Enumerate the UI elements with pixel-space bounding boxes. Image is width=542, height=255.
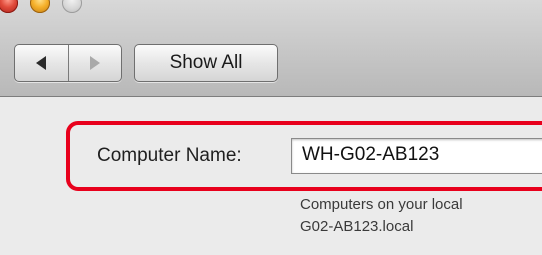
navigation-segmented-control <box>14 44 122 82</box>
forward-button[interactable] <box>67 45 122 81</box>
computer-name-description: Computers on your local G02-AB123.local <box>300 194 542 238</box>
forward-arrow-icon <box>89 56 100 70</box>
computer-name-label: Computer Name: <box>97 145 242 166</box>
minimize-window-button[interactable] <box>30 0 50 13</box>
back-button[interactable] <box>15 45 68 81</box>
close-window-button[interactable] <box>0 0 18 13</box>
zoom-window-button[interactable] <box>62 0 82 13</box>
system-preferences-window: Show All Computer Name: WH-G02-AB123 Com… <box>0 0 542 255</box>
toolbar: Show All <box>0 0 542 97</box>
description-line-1: Computers on your local <box>300 196 463 213</box>
show-all-button[interactable]: Show All <box>134 44 278 82</box>
description-line-2: G02-AB123.local <box>300 218 414 235</box>
computer-name-field[interactable]: WH-G02-AB123 <box>291 138 542 174</box>
back-arrow-icon <box>36 56 47 70</box>
